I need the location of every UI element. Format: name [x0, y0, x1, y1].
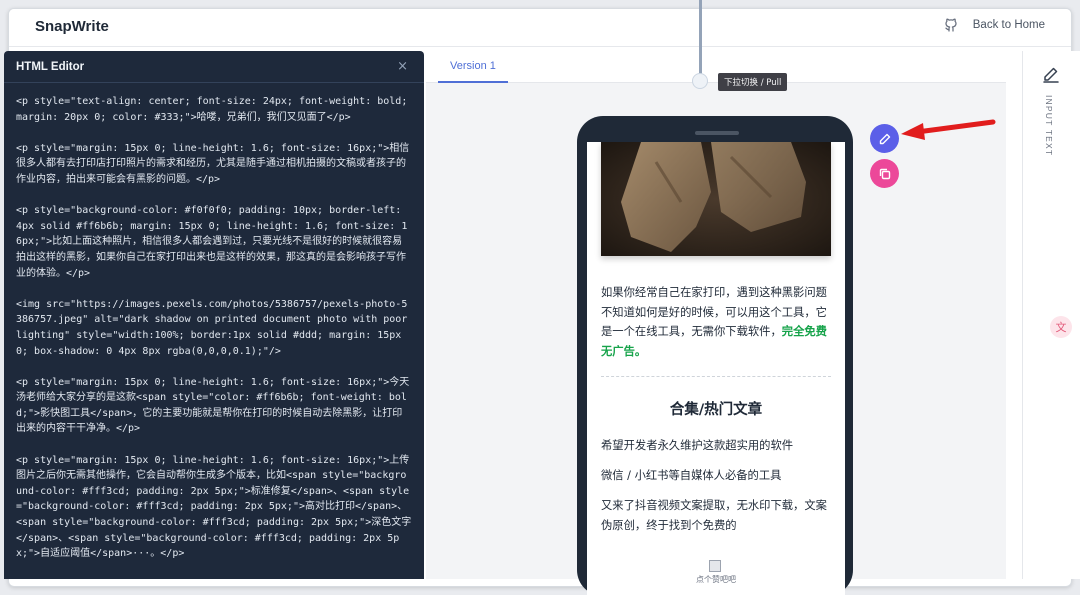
editor-header: HTML Editor ×	[4, 51, 424, 83]
html-editor-panel: HTML Editor × <p style="text-align: cent…	[4, 51, 424, 579]
image-caption: 点个赞吧吧	[696, 575, 736, 584]
article-link[interactable]: 又来了抖音视频文案提取，无水印下载，文案伪原创，终于找到个免费的	[601, 496, 833, 535]
github-icon	[945, 18, 957, 32]
code-editor[interactable]: <p style="text-align: center; font-size:…	[4, 83, 424, 562]
back-to-home-link[interactable]: Back to Home	[943, 17, 1045, 33]
section-divider	[601, 376, 831, 377]
code-line: <p style="margin: 15px 0; line-height: 1…	[16, 376, 410, 435]
section-title: 合集/热门文章	[669, 402, 763, 418]
code-line: <p style="background-color: #f0f0f0; pad…	[16, 205, 408, 279]
tab-version-1[interactable]: Version 1	[438, 51, 508, 83]
article-link[interactable]: 微信 / 小红书等自媒体人必备的工具	[601, 466, 833, 486]
code-line: <p style="margin: 15px 0; line-height: 1…	[16, 142, 410, 185]
phone-screen[interactable]: 如果你经常自己在家打印，遇到这种黑影问题不知道如何是好的时候，可以用这个工具，它…	[587, 142, 845, 595]
phone-notch	[695, 131, 739, 135]
copy-button[interactable]	[870, 159, 899, 188]
top-bar: SnapWrite Back to Home	[9, 9, 1071, 47]
pencil-icon	[879, 133, 890, 144]
code-line: <p style="margin: 15px 0; line-height: 1…	[16, 454, 412, 560]
broken-image-icon	[709, 560, 721, 572]
pencil-icon[interactable]	[1041, 65, 1061, 85]
copy-icon	[879, 168, 890, 179]
phone-preview: 如果你经常自己在家打印，遇到这种黑影问题不知道如何是好的时候，可以用这个工具，它…	[577, 116, 853, 595]
pull-handle-line	[699, 0, 702, 74]
translate-icon[interactable]: 文	[1050, 316, 1072, 338]
pull-tooltip: 下拉切换 / Pull	[718, 73, 788, 91]
annotation-arrow-icon	[901, 119, 996, 140]
photo-graphic	[601, 142, 831, 256]
app-brand: SnapWrite	[35, 18, 109, 35]
right-sidebar: INPUT TEXT 文	[1022, 51, 1080, 579]
close-icon[interactable]: ×	[397, 59, 408, 74]
pull-handle[interactable]	[692, 73, 708, 89]
input-text-label[interactable]: INPUT TEXT	[1044, 95, 1054, 156]
version-tabs: Version 1	[426, 51, 1006, 83]
editor-title: HTML Editor	[16, 60, 85, 73]
code-line: <img src="https://images.pexels.com/phot…	[16, 298, 414, 357]
code-line: <p style="text-align: center; font-size:…	[16, 96, 414, 123]
intro-paragraph: 如果你经常自己在家打印，遇到这种黑影问题不知道如何是好的时候，可以用这个工具，它…	[601, 283, 833, 361]
article-photo	[601, 142, 831, 256]
back-to-home-label: Back to Home	[972, 19, 1045, 31]
article-link[interactable]: 希望开发者永久维护这款超实用的软件	[601, 436, 833, 456]
